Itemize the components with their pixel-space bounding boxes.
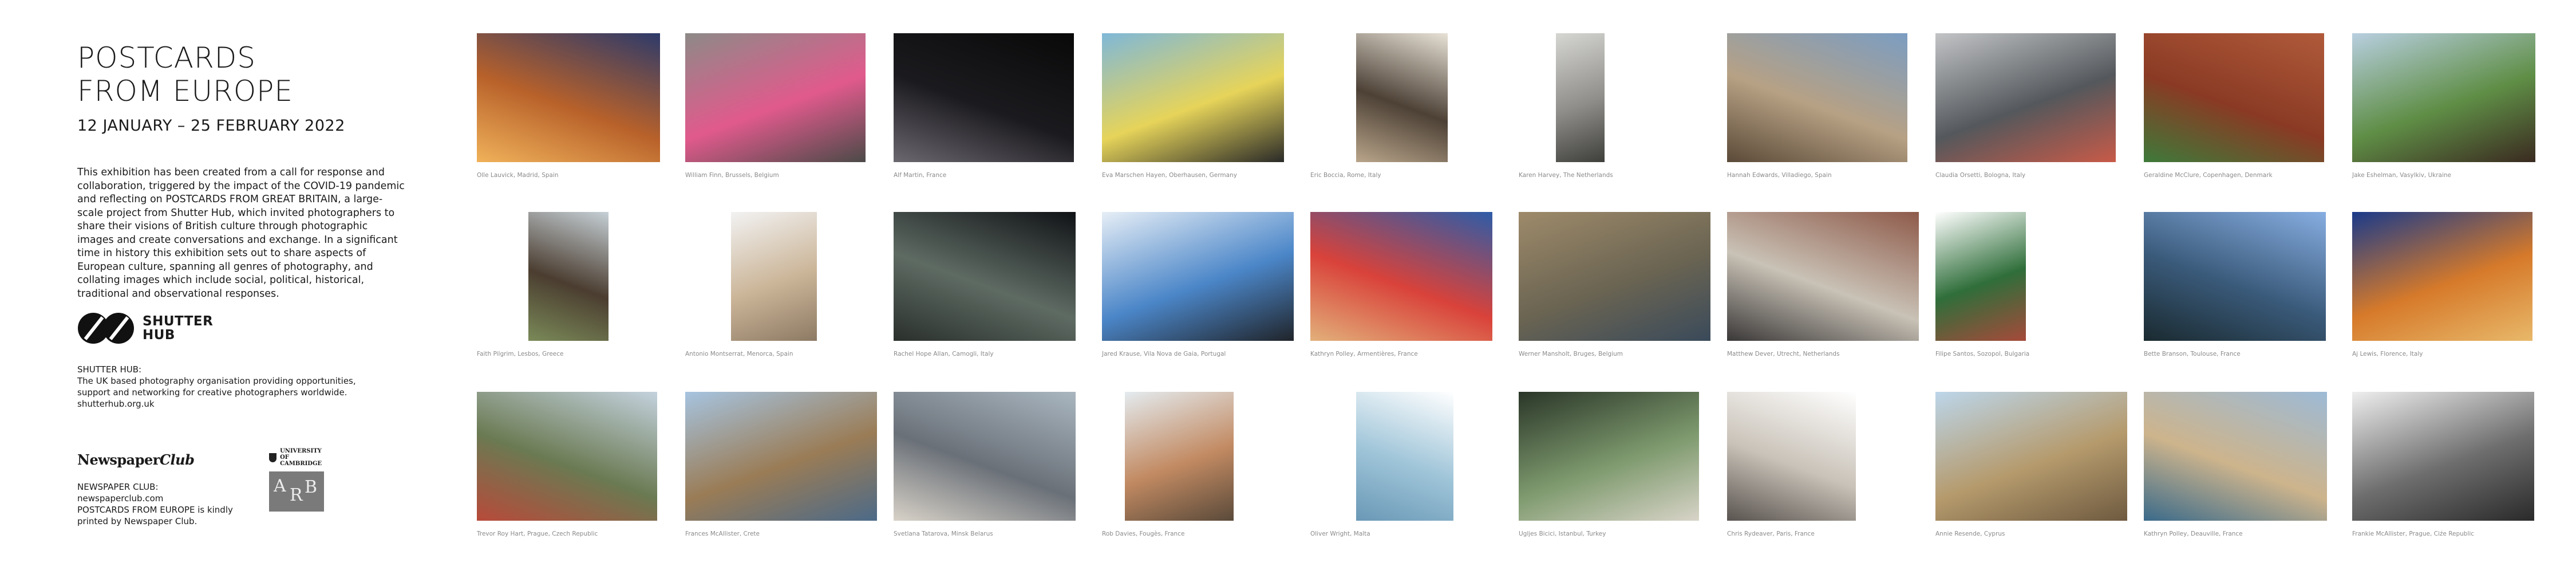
photo-16 [1519,212,1710,341]
photo-15 [1310,212,1492,341]
photo-caption: Aj Lewis, Florence, Italy [2352,351,2423,357]
photo-caption: William Finn, Brussels, Belgium [685,172,779,179]
photo-caption: Eric Boccia, Rome, Italy [1310,172,1381,179]
photo-caption: Faith Pilgrim, Lesbos, Greece [477,351,564,357]
photo-caption: Antonio Montserrat, Menorca, Spain [685,351,793,357]
photo-7 [1727,33,1907,162]
photo-caption: Eva Marschen Hayen, Oberhausen, Germany [1102,172,1237,179]
photo-28 [1935,392,2127,521]
photo-17 [1727,212,1919,341]
photo-14 [1102,212,1294,341]
photo-6 [1556,33,1605,162]
photo-25 [1356,392,1453,521]
photo-caption: Annie Resende, Cyprus [1935,530,2005,537]
photo-caption: Olle Lauvick, Madrid, Spain [477,172,559,179]
photo-caption: Geraldine McClure, Copenhagen, Denmark [2144,172,2273,179]
photo-8 [1935,33,2116,162]
photo-29 [2144,392,2327,521]
photo-gallery: Olle Lauvick, Madrid, Spain William Finn,… [0,0,2576,578]
photo-caption: Rob Davies, Fougès, France [1102,530,1185,537]
photo-5 [1356,33,1448,162]
photo-24 [1125,392,1234,521]
photo-caption: Karen Harvey, The Netherlands [1519,172,1613,179]
photo-22 [685,392,877,521]
photo-2 [685,33,866,162]
photo-caption: Claudia Orsetti, Bologna, Italy [1935,172,2026,179]
photo-27 [1727,392,1856,521]
photo-13 [894,212,1076,341]
photo-caption: Werner Mansholt, Bruges, Belgium [1519,351,1623,357]
photo-caption: Hannah Edwards, Villadiego, Spain [1727,172,1832,179]
photo-20 [2352,212,2532,341]
photo-caption: Frances McAllister, Crete [685,530,760,537]
photo-9 [2144,33,2324,162]
photo-26 [1519,392,1699,521]
photo-11 [528,212,609,341]
photo-caption: Rachel Hope Allan, Camogli, Italy [894,351,994,357]
photo-caption: Trevor Roy Hart, Prague, Czech Republic [477,530,598,537]
photo-caption: Filipe Santos, Sozopol, Bulgaria [1935,351,2030,357]
photo-caption: Svetlana Tatarova, Minsk Belarus [894,530,993,537]
photo-19 [2144,212,2326,341]
photo-4 [1102,33,1284,162]
photo-caption: Bette Branson, Toulouse, France [2144,351,2241,357]
photo-caption: Kathryn Polley, Deauville, France [2144,530,2243,537]
photo-3 [894,33,1074,162]
photo-caption: Chris Rydeaver, Paris, France [1727,530,1815,537]
photo-1 [477,33,660,162]
photo-10 [2352,33,2535,162]
photo-18 [1935,212,2026,341]
photo-caption: Ugljes Bicici, Istanbul, Turkey [1519,530,1606,537]
photo-caption: Oliver Wright, Malta [1310,530,1370,537]
photo-caption: Alf Martin, France [894,172,947,179]
photo-caption: Jared Krause, Vila Nova de Gaia, Portuga… [1102,351,1226,357]
photo-caption: Matthew Dever, Utrecht, Netherlands [1727,351,1840,357]
photo-12 [731,212,817,341]
photo-caption: Frankie McAllister, Prague, Ciźe Republi… [2352,530,2475,537]
photo-caption: Kathryn Polley, Armentières, France [1310,351,1418,357]
photo-caption: Jake Eshelman, Vasylkiv, Ukraine [2352,172,2452,179]
photo-30 [2352,392,2534,521]
photo-23 [894,392,1076,521]
photo-21 [477,392,657,521]
